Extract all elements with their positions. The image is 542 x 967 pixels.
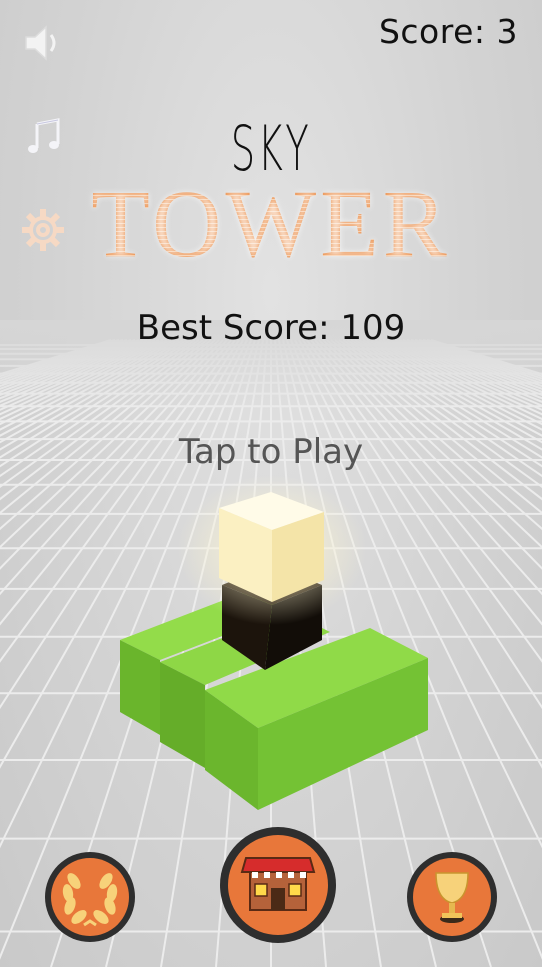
- achievements-button[interactable]: [44, 851, 136, 943]
- leaderboard-button[interactable]: [406, 851, 498, 943]
- shop-icon: [220, 827, 336, 943]
- shop-button[interactable]: [219, 826, 337, 944]
- trophy-icon: [407, 852, 497, 942]
- laurel-wreath-icon: [45, 852, 135, 942]
- game-area[interactable]: [0, 0, 542, 967]
